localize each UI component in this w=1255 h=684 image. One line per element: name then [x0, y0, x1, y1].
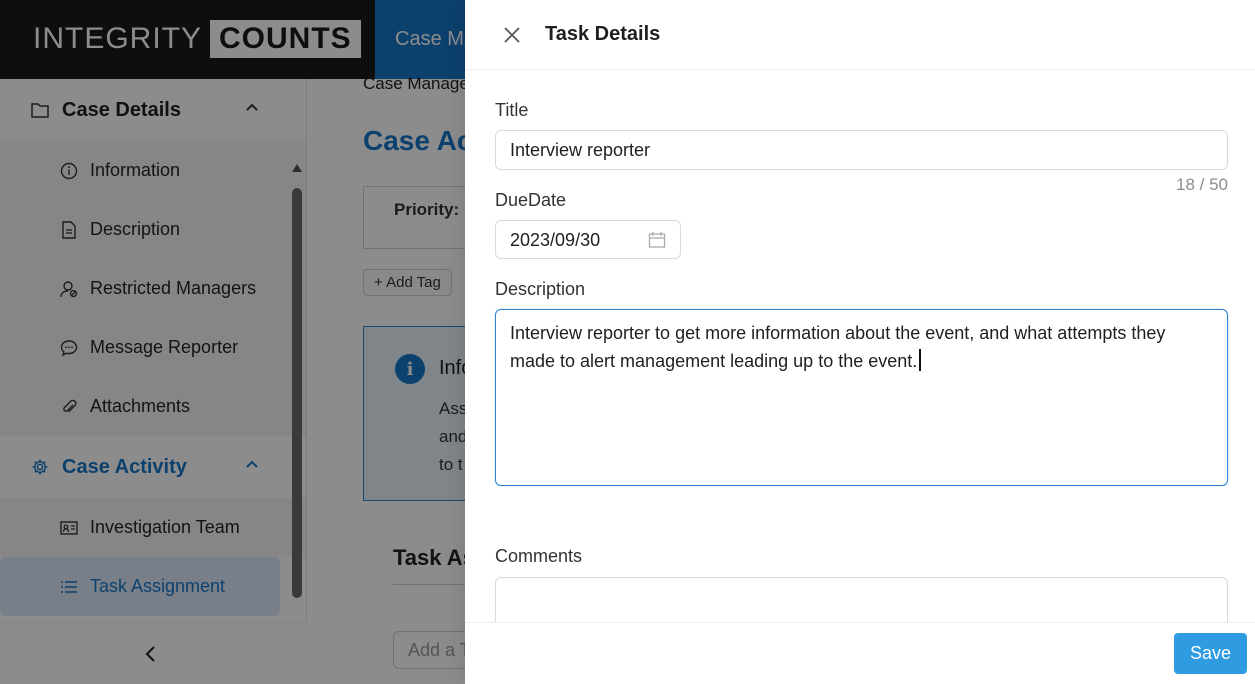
drawer-title: Task Details	[545, 23, 661, 45]
task-details-drawer: Task Details Title Interview reporter 18…	[465, 0, 1255, 684]
drawer-footer: Save	[465, 622, 1255, 684]
comments-textarea[interactable]	[495, 577, 1228, 622]
drawer-header: Task Details	[465, 0, 1255, 70]
save-button[interactable]: Save	[1174, 633, 1247, 674]
description-textarea[interactable]: Interview reporter to get more informati…	[495, 309, 1228, 486]
title-char-counter: 18 / 50	[1176, 175, 1228, 194]
description-label: Description	[495, 279, 586, 299]
drawer-body: Title Interview reporter 18 / 50 DueDate…	[465, 70, 1255, 622]
comments-label: Comments	[495, 546, 583, 566]
due-date-label: DueDate	[495, 190, 567, 210]
close-icon[interactable]	[502, 25, 522, 45]
title-input[interactable]: Interview reporter	[495, 130, 1228, 170]
title-label: Title	[495, 100, 529, 120]
due-date-picker[interactable]: 2023/09/30	[495, 220, 681, 259]
text-cursor	[919, 349, 922, 371]
calendar-icon	[648, 232, 666, 248]
description-text: Interview reporter to get more informati…	[510, 323, 1166, 371]
due-date-value: 2023/09/30	[510, 230, 601, 250]
